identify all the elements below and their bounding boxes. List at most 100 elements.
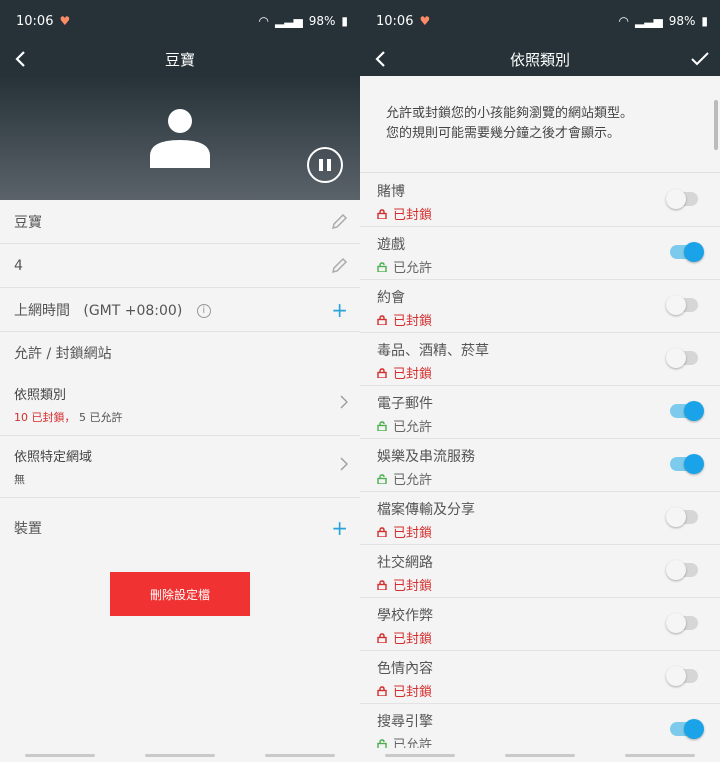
- category-toggle[interactable]: [670, 242, 704, 262]
- category-status-label: 已允許: [393, 473, 433, 488]
- chevron-right-icon: [340, 457, 348, 471]
- devices-label: 裝置: [14, 521, 42, 537]
- heart-icon: ♥: [59, 14, 71, 28]
- category-row[interactable]: 學校作弊 已封鎖: [360, 598, 720, 651]
- by-category-label: 依照類別: [14, 388, 67, 403]
- lock-icon: [377, 526, 387, 537]
- category-status: 已允許: [377, 469, 720, 488]
- online-time-label: 上網時間: [14, 302, 70, 319]
- age-value: 4: [14, 257, 23, 274]
- category-toggle[interactable]: [666, 295, 698, 315]
- unlock-icon: [377, 261, 387, 272]
- signal-icon: ▂▃▅: [635, 14, 663, 28]
- category-status-label: 已封鎖: [393, 314, 433, 329]
- battery-percent: 98%: [668, 14, 696, 28]
- status-time: 10:06: [16, 13, 54, 29]
- name-value: 豆寶: [14, 214, 42, 231]
- category-row[interactable]: 遊戲已允許: [360, 227, 720, 280]
- by-category-row[interactable]: 依照類別 10 已封鎖， 5 已允許: [0, 374, 360, 436]
- category-toggle[interactable]: [670, 401, 704, 421]
- category-status: 已封鎖: [377, 628, 720, 647]
- category-row[interactable]: 色情內容 已封鎖: [360, 651, 720, 704]
- pencil-icon[interactable]: [330, 257, 348, 275]
- intro-text: 允許或封鎖您的小孩能夠瀏覽的網站類型。 您的規則可能需要幾分鐘之後才會顯示。: [360, 76, 720, 173]
- category-row[interactable]: 賭博 已封鎖: [360, 174, 720, 227]
- delete-profile-button[interactable]: 刪除設定檔: [110, 572, 250, 616]
- battery-icon: ▮: [701, 14, 708, 28]
- category-status-label: 已允許: [393, 261, 433, 276]
- back-arrow-icon[interactable]: [8, 46, 32, 72]
- battery-percent: 98%: [308, 14, 336, 28]
- profile-screen: 10:06 ♥ ◠ ▂▃▅ 98% ▮ 豆寶 豆寶 4 上網時間 (GMT +0…: [0, 0, 360, 762]
- category-row[interactable]: 社交網路 已封鎖: [360, 545, 720, 598]
- category-status-label: 已封鎖: [393, 579, 433, 594]
- category-status-label: 已封鎖: [393, 632, 433, 647]
- allowed-count: 5 已允許: [79, 411, 123, 424]
- back-arrow-icon[interactable]: [368, 46, 392, 72]
- person-avatar-icon: [150, 109, 210, 168]
- category-list: 賭博 已封鎖 遊戲 已允許 約會 已封鎖 毒品、酒精、菸草 已封鎖 電子郵件 已允許 娛樂及串流服務…: [360, 174, 720, 757]
- chevron-right-icon: [340, 395, 348, 409]
- category-toggle[interactable]: [666, 666, 698, 686]
- heart-icon: ♥: [419, 14, 431, 28]
- battery-icon: ▮: [341, 14, 348, 28]
- age-row[interactable]: 4: [0, 244, 360, 288]
- wifi-icon: ◠: [258, 14, 270, 28]
- name-row[interactable]: 豆寶: [0, 200, 360, 244]
- category-status: 已封鎖: [377, 204, 720, 223]
- category-status-label: 已封鎖: [393, 526, 433, 541]
- devices-row[interactable]: 裝置 +: [0, 498, 360, 558]
- lock-icon: [377, 208, 387, 219]
- category-toggle[interactable]: [670, 454, 704, 474]
- add-device-icon[interactable]: +: [331, 518, 348, 538]
- category-toggle[interactable]: [670, 719, 704, 739]
- app-bar: 豆寶: [0, 42, 360, 76]
- lock-icon: [377, 579, 387, 590]
- category-row[interactable]: 檔案傳輸及分享 已封鎖: [360, 492, 720, 545]
- category-row[interactable]: 電子郵件已允許: [360, 386, 720, 439]
- allow-block-section-title: 允許 / 封鎖網站: [14, 346, 112, 362]
- profile-header: [0, 76, 360, 200]
- category-row[interactable]: 毒品、酒精、菸草 已封鎖: [360, 333, 720, 386]
- status-time: 10:06: [376, 13, 414, 29]
- lock-icon: [377, 314, 387, 325]
- scrollbar[interactable]: [714, 100, 718, 150]
- category-status-label: 已封鎖: [393, 367, 433, 382]
- status-bar: 10:06 ♥ ◠ ▂▃▅ 98% ▮: [0, 0, 360, 42]
- pencil-icon[interactable]: [330, 213, 348, 231]
- by-domain-value: 無: [14, 473, 25, 486]
- check-icon[interactable]: [688, 46, 712, 72]
- system-nav-bar: [360, 748, 720, 762]
- system-nav-bar: [0, 748, 360, 762]
- category-status: 已允許: [377, 416, 720, 435]
- category-toggle[interactable]: [666, 507, 698, 527]
- category-toggle[interactable]: [666, 560, 698, 580]
- info-icon[interactable]: i: [196, 303, 211, 318]
- category-toggle[interactable]: [666, 348, 698, 368]
- category-status: 已封鎖: [377, 522, 720, 541]
- signal-icon: ▂▃▅: [275, 14, 303, 28]
- category-status: 已允許: [377, 257, 720, 276]
- category-row[interactable]: 約會 已封鎖: [360, 280, 720, 333]
- page-title: 豆寶: [164, 50, 195, 69]
- category-row[interactable]: 娛樂及串流服務已允許: [360, 439, 720, 492]
- online-time-row[interactable]: 上網時間 (GMT +08:00) i +: [0, 288, 360, 332]
- category-name: 電子郵件: [377, 396, 433, 412]
- category-name: 娛樂及串流服務: [377, 449, 475, 465]
- category-name: 遊戲: [377, 237, 405, 253]
- unlock-icon: [377, 473, 387, 484]
- category-toggle[interactable]: [666, 613, 698, 633]
- category-toggle[interactable]: [666, 189, 698, 209]
- lock-icon: [377, 367, 387, 378]
- blocked-count: 10 已封鎖，: [14, 411, 76, 424]
- category-status: 已封鎖: [377, 681, 720, 700]
- pause-button[interactable]: [307, 147, 343, 183]
- add-online-time-icon[interactable]: +: [331, 300, 348, 320]
- unlock-icon: [377, 420, 387, 431]
- category-status: 已封鎖: [377, 363, 720, 382]
- category-status: 已封鎖: [377, 310, 720, 329]
- timezone-label: (GMT +08:00): [83, 302, 183, 319]
- category-status-label: 已允許: [393, 420, 433, 435]
- by-domain-row[interactable]: 依照特定網域 無: [0, 436, 360, 498]
- intro-line-1: 允許或封鎖您的小孩能夠瀏覽的網站類型。: [386, 106, 634, 121]
